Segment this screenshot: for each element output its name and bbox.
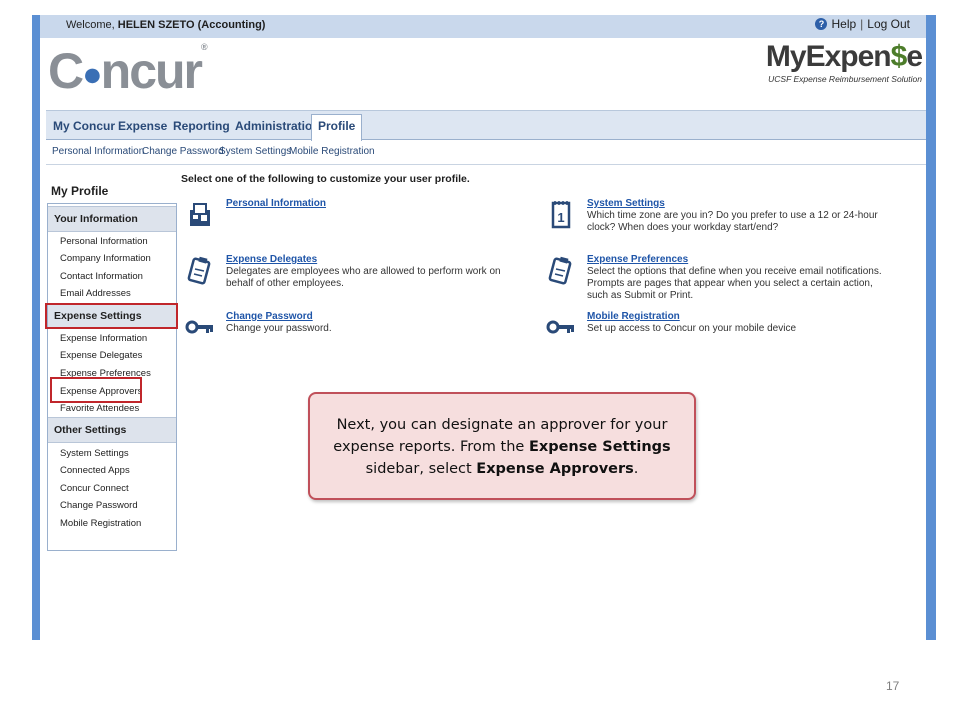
subnav-system-settings[interactable]: System Settings bbox=[219, 146, 291, 157]
entry-expense-delegates: Expense Delegates Delegates are employee… bbox=[184, 254, 524, 294]
highlight-expense-approvers bbox=[50, 377, 142, 403]
sidebar-item-favorite-attendees[interactable]: Favorite Attendees bbox=[60, 403, 139, 414]
callout-text: Next, you can designate an approver for … bbox=[333, 417, 671, 477]
personal-info-icon bbox=[190, 203, 210, 226]
entry-change-password: Change Password Change your password. bbox=[184, 311, 524, 351]
sidebar-item-email-addresses[interactable]: Email Addresses bbox=[60, 288, 131, 299]
calendar-icon: 1 bbox=[551, 201, 571, 229]
top-links: ? Help | Log Out bbox=[815, 17, 910, 31]
tab-expense[interactable]: Expense bbox=[118, 119, 167, 133]
subnav-personal-information[interactable]: Personal Information bbox=[52, 146, 144, 157]
tab-my-concur[interactable]: My Concur bbox=[53, 119, 115, 133]
highlight-expense-settings bbox=[45, 303, 178, 329]
subnav-mobile-registration[interactable]: Mobile Registration bbox=[289, 146, 375, 157]
change-password-link[interactable]: Change Password bbox=[226, 311, 313, 322]
main-nav: My Concur Expense Reporting Administrati… bbox=[46, 110, 926, 141]
sidebar-item-change-password[interactable]: Change Password bbox=[60, 500, 138, 511]
help-icon[interactable]: ? bbox=[815, 18, 828, 30]
sidebar-heading-other-settings: Other Settings bbox=[48, 417, 176, 443]
instruction-callout: Next, you can designate an approver for … bbox=[308, 392, 696, 500]
sidebar-item-concur-connect[interactable]: Concur Connect bbox=[60, 483, 129, 494]
key-icon bbox=[546, 320, 574, 334]
link-separator: | bbox=[860, 17, 864, 31]
expense-preferences-desc: Select the options that define when you … bbox=[587, 266, 882, 301]
mobile-registration-desc: Set up access to Concur on your mobile d… bbox=[587, 323, 796, 334]
entry-mobile-registration: Mobile Registration Set up access to Con… bbox=[545, 311, 905, 351]
help-link[interactable]: Help bbox=[831, 17, 856, 31]
system-settings-link[interactable]: System Settings bbox=[587, 198, 665, 209]
myexpense-logo: MyExpen$e UCSF Expense Reimbursement Sol… bbox=[765, 40, 923, 84]
tab-administration[interactable]: Administration bbox=[235, 119, 320, 133]
tab-reporting[interactable]: Reporting bbox=[173, 119, 230, 133]
sidebar-heading-your-information: Your Information bbox=[48, 206, 176, 232]
brand-title: MyExpen$e bbox=[765, 40, 923, 73]
sub-nav: Personal Information Change Password Sys… bbox=[46, 140, 926, 165]
clipboard-icon bbox=[548, 256, 572, 285]
expense-delegates-desc: Delegates are employees who are allowed … bbox=[226, 266, 501, 289]
sidebar-item-system-settings[interactable]: System Settings bbox=[60, 448, 129, 459]
expense-delegates-link[interactable]: Expense Delegates bbox=[226, 254, 317, 265]
sidebar-item-connected-apps[interactable]: Connected Apps bbox=[60, 465, 130, 476]
sidebar-item-expense-information[interactable]: Expense Information bbox=[60, 333, 147, 344]
page-number: 17 bbox=[886, 679, 900, 693]
change-password-desc: Change your password. bbox=[226, 323, 332, 334]
system-settings-desc: Which time zone are you in? Do you prefe… bbox=[587, 210, 878, 233]
personal-information-link[interactable]: Personal Information bbox=[226, 198, 326, 209]
entry-personal-information: Personal Information bbox=[184, 198, 524, 238]
subnav-change-password[interactable]: Change Password bbox=[142, 146, 224, 157]
registered-mark: ® bbox=[201, 42, 207, 52]
entry-expense-preferences: Expense Preferences Select the options t… bbox=[545, 254, 905, 301]
calendar-number: 1 bbox=[557, 210, 564, 225]
concur-logo: C●ncur® bbox=[48, 42, 208, 99]
brand-subtitle: UCSF Expense Reimbursement Solution bbox=[768, 74, 922, 84]
welcome-user: HELEN SZETO (Accounting) bbox=[117, 19, 266, 31]
mobile-registration-link[interactable]: Mobile Registration bbox=[587, 311, 680, 322]
clipboard-icon bbox=[187, 256, 211, 285]
welcome-text: Welcome, HELEN SZETO (Accounting) bbox=[66, 19, 265, 31]
entry-system-settings: 1 System Settings Which time zone are yo… bbox=[545, 198, 905, 238]
logo-dot-icon: ● bbox=[82, 55, 102, 94]
sidebar-item-contact-information[interactable]: Contact Information bbox=[60, 271, 143, 282]
my-profile-title: My Profile bbox=[51, 184, 109, 198]
expense-preferences-link[interactable]: Expense Preferences bbox=[587, 254, 688, 265]
logout-link[interactable]: Log Out bbox=[867, 17, 910, 31]
sidebar-item-expense-delegates[interactable]: Expense Delegates bbox=[60, 350, 142, 361]
tab-profile[interactable]: Profile bbox=[311, 114, 363, 141]
sidebar-item-personal-information[interactable]: Personal Information bbox=[60, 236, 148, 247]
key-icon bbox=[185, 320, 213, 334]
welcome-prefix: Welcome, bbox=[66, 19, 115, 31]
instruction-text: Select one of the following to customize… bbox=[181, 173, 470, 185]
sidebar-item-mobile-registration[interactable]: Mobile Registration bbox=[60, 518, 141, 529]
sidebar-item-company-information[interactable]: Company Information bbox=[60, 253, 151, 264]
